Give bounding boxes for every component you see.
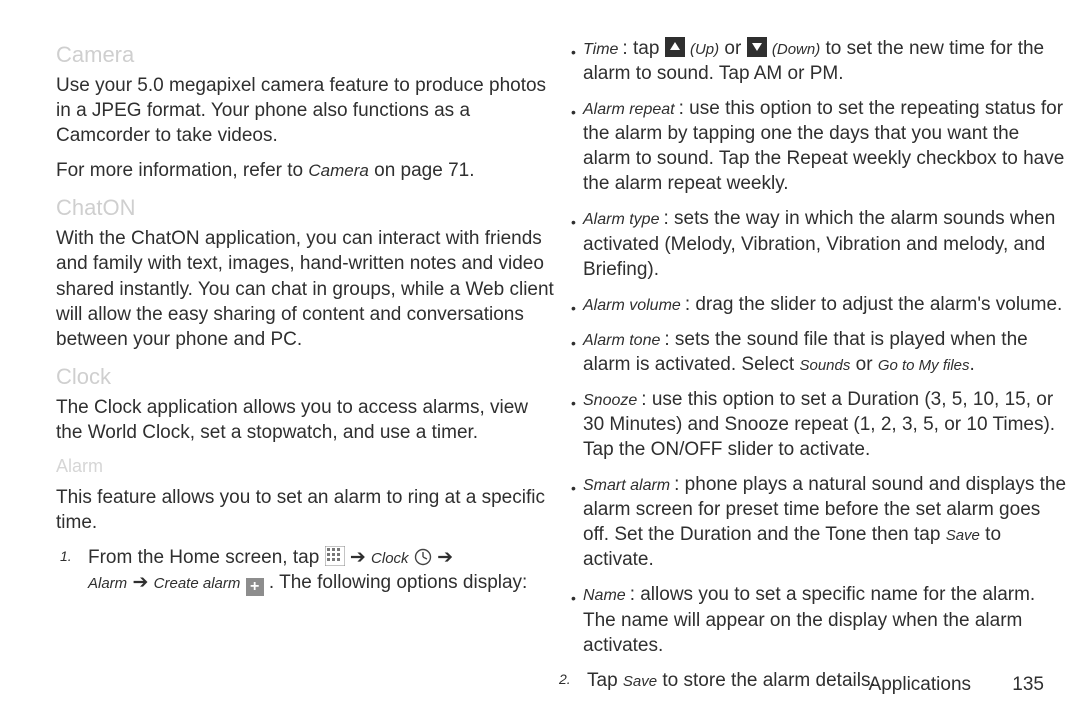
plus-icon: +: [246, 578, 264, 596]
bullet-alarm-volume: • Alarm volume: drag the slider to adjus…: [571, 292, 1070, 317]
text: .: [970, 354, 975, 375]
text: . The following options display:: [269, 572, 527, 593]
bullet-dot: •: [571, 103, 576, 121]
step-number: 1.: [60, 547, 72, 565]
bullet-alarm-repeat: • Alarm repeat: use this option to set t…: [571, 96, 1070, 196]
step-1: 1. From the Home screen, tap ➔ Clock: [88, 545, 557, 596]
label-snooze: Snooze: [583, 392, 637, 409]
label-up: (Up): [690, 41, 719, 58]
footer-section: Applications: [869, 674, 971, 695]
text: or: [724, 38, 746, 59]
clock-icon: [414, 548, 432, 566]
label-name: Name: [583, 587, 626, 604]
text: to store the alarm details.: [657, 670, 876, 691]
text: : tap: [622, 38, 664, 59]
label-clock: Clock: [371, 550, 409, 567]
step-number: 2.: [559, 670, 571, 688]
down-arrow-icon: [747, 37, 767, 57]
bullet-dot: •: [571, 589, 576, 607]
page-footer: Applications 135: [869, 674, 1044, 696]
label-alarm-repeat: Alarm repeat: [583, 101, 675, 118]
step-list: 1. From the Home screen, tap ➔ Clock: [84, 545, 557, 596]
bullet-dot: •: [571, 43, 576, 61]
para-camera: Use your 5.0 megapixel camera feature to…: [56, 73, 557, 148]
label-sounds: Sounds: [799, 357, 850, 374]
label-go-to-my-files: Go to My files: [878, 357, 970, 374]
label-alarm: Alarm: [88, 575, 127, 592]
label-smart-alarm: Smart alarm: [583, 477, 670, 494]
para-chaton: With the ChatON application, you can int…: [56, 226, 557, 351]
ref-camera-link: Camera: [308, 161, 368, 180]
text: : drag the slider to adjust the alarm's …: [685, 294, 1062, 315]
bullet-dot: •: [571, 334, 576, 352]
heading-camera: Camera: [56, 40, 557, 69]
page-number: 135: [1012, 674, 1044, 695]
text: or: [850, 354, 877, 375]
bullet-alarm-tone: • Alarm tone: sets the sound file that i…: [571, 327, 1070, 377]
left-column: Camera Use your 5.0 megapixel camera fea…: [56, 36, 563, 720]
para-clock: The Clock application allows you to acce…: [56, 395, 557, 445]
heading-alarm: Alarm: [56, 455, 557, 479]
para-alarm: This feature allows you to set an alarm …: [56, 485, 557, 535]
apps-grid-icon: [325, 546, 345, 566]
manual-page: Camera Use your 5.0 megapixel camera fea…: [0, 0, 1080, 720]
label-down: (Down): [772, 41, 820, 58]
label-create-alarm: Create alarm: [154, 575, 241, 592]
bullet-dot: •: [571, 479, 576, 497]
para-camera-ref: For more information, refer to Camera on…: [56, 158, 557, 183]
heading-clock: Clock: [56, 362, 557, 391]
label-save: Save: [623, 673, 657, 690]
text: Tap: [587, 670, 623, 691]
label-time: Time: [583, 41, 618, 58]
text: For more information, refer to: [56, 160, 308, 181]
bullet-name: • Name: allows you to set a specific nam…: [571, 582, 1070, 657]
bullet-dot: •: [571, 394, 576, 412]
text: on page 71.: [369, 160, 475, 181]
label-alarm-type: Alarm type: [583, 211, 659, 228]
label-alarm-tone: Alarm tone: [583, 332, 660, 349]
label-alarm-volume: Alarm volume: [583, 297, 681, 314]
bullet-snooze: • Snooze: use this option to set a Durat…: [571, 387, 1070, 462]
bullet-dot: •: [571, 299, 576, 317]
arrow: ➔: [132, 572, 153, 593]
bullet-time: • Time: tap (Up) or (Down) to set the ne…: [571, 36, 1070, 86]
bullet-dot: •: [571, 213, 576, 231]
text: : use this option to set a Duration (3, …: [583, 389, 1055, 460]
up-arrow-icon: [665, 37, 685, 57]
bullet-alarm-type: • Alarm type: sets the way in which the …: [571, 206, 1070, 281]
heading-chaton: ChatON: [56, 193, 557, 222]
text: From the Home screen, tap: [88, 547, 325, 568]
text: : allows you to set a specific name for …: [583, 584, 1035, 655]
right-column: • Time: tap (Up) or (Down) to set the ne…: [563, 36, 1070, 720]
label-save-inline: Save: [946, 527, 980, 544]
bullet-smart-alarm: • Smart alarm: phone plays a natural sou…: [571, 472, 1070, 572]
